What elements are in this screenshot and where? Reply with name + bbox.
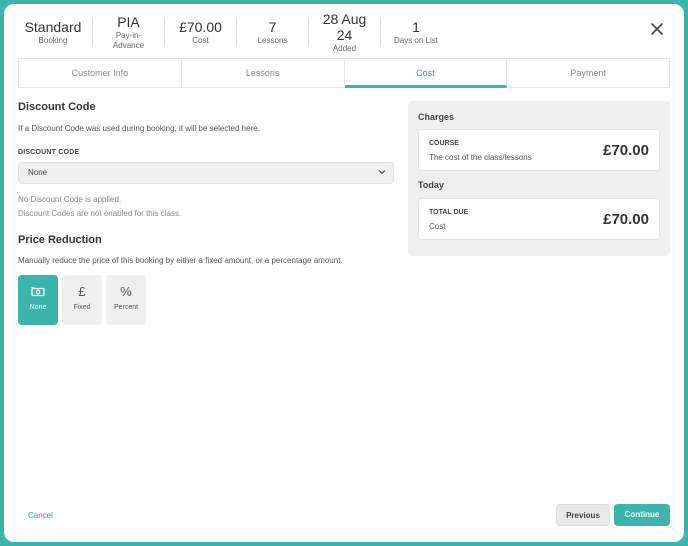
discount-note-enabled: Discount Codes are not enabled for this … <box>18 209 182 218</box>
reduction-option-fixed[interactable]: £ Fixed <box>62 275 102 325</box>
stat-value: 1 <box>412 18 420 35</box>
discount-note-applied: No Discount Code is applied. <box>18 195 122 204</box>
booking-modal: Standard Booking PIA Pay-in-Advance £70.… <box>4 4 684 542</box>
stat-label: Pay-in-Advance <box>112 30 145 50</box>
reduction-option-label: None <box>29 304 47 311</box>
stat-label: Lessons <box>257 35 288 45</box>
total-due-card: TOTAL DUE Cost £70.00 <box>418 198 660 240</box>
pound-icon: £ <box>78 284 86 299</box>
reduction-option-label: Percent <box>113 304 139 311</box>
stat-added: 28 Aug 24 Added <box>309 11 381 53</box>
stat-label: Days on List <box>393 35 439 45</box>
charges-heading: Charges <box>418 112 455 122</box>
total-due-amount: £70.00 <box>603 211 649 228</box>
total-due-description: Cost <box>429 222 446 231</box>
stat-label: Added <box>332 43 357 53</box>
stat-label: Booking <box>38 35 68 45</box>
stat-label: Cost <box>192 35 209 45</box>
reduction-option-label: Fixed <box>73 304 91 311</box>
stat-value: Standard <box>24 18 82 35</box>
tab-lessons[interactable]: Lessons <box>181 59 345 88</box>
price-reduction-description: Manually reduce the price of this bookin… <box>18 256 343 265</box>
tab-cost[interactable]: Cost <box>344 59 508 88</box>
discount-code-title: Discount Code <box>18 101 96 113</box>
course-charge-card: COURSE The cost of the class/lessons £70… <box>418 129 660 171</box>
reduction-option-percent[interactable]: % Percent <box>106 275 146 325</box>
discount-code-select[interactable]: None <box>18 162 394 184</box>
stat-booking: Standard Booking <box>14 18 93 46</box>
stat-cost: £70.00 Cost <box>165 18 237 46</box>
course-charge-amount: £70.00 <box>603 142 649 159</box>
stat-days-on-list: 1 Days on List <box>381 18 451 46</box>
course-charge-description: The cost of the class/lessons <box>429 153 532 162</box>
discount-code-description: If a Discount Code was used during booki… <box>18 124 260 133</box>
stat-value: £70.00 <box>179 18 222 35</box>
tab-bar: Customer Info Lessons Cost Payment <box>18 58 670 88</box>
discount-code-label: DISCOUNT CODE <box>18 149 80 156</box>
close-icon[interactable] <box>649 21 665 37</box>
discount-code-value: None <box>28 168 48 177</box>
charges-panel: Charges COURSE The cost of the class/les… <box>408 101 670 256</box>
booking-stats: Standard Booking PIA Pay-in-Advance £70.… <box>14 11 451 53</box>
total-due-title: TOTAL DUE <box>429 209 469 216</box>
cash-icon <box>31 285 45 299</box>
course-charge-title: COURSE <box>429 140 459 147</box>
previous-button[interactable]: Previous <box>556 504 610 526</box>
cancel-link[interactable]: Cancel <box>28 511 53 520</box>
stat-lessons: 7 Lessons <box>237 18 309 46</box>
reduction-option-none[interactable]: None <box>18 275 58 325</box>
chevron-down-icon <box>378 170 386 175</box>
percent-icon: % <box>120 284 132 299</box>
continue-button[interactable]: Continue <box>614 504 670 526</box>
stat-value: 7 <box>268 18 277 35</box>
stat-value: 28 Aug 24 <box>322 10 367 43</box>
tab-customer-info[interactable]: Customer Info <box>19 59 182 88</box>
tab-payment[interactable]: Payment <box>507 59 669 88</box>
stat-payment-type: PIA Pay-in-Advance <box>93 14 165 50</box>
price-reduction-title: Price Reduction <box>18 234 102 246</box>
stat-value: PIA <box>117 13 140 30</box>
today-heading: Today <box>418 180 444 190</box>
